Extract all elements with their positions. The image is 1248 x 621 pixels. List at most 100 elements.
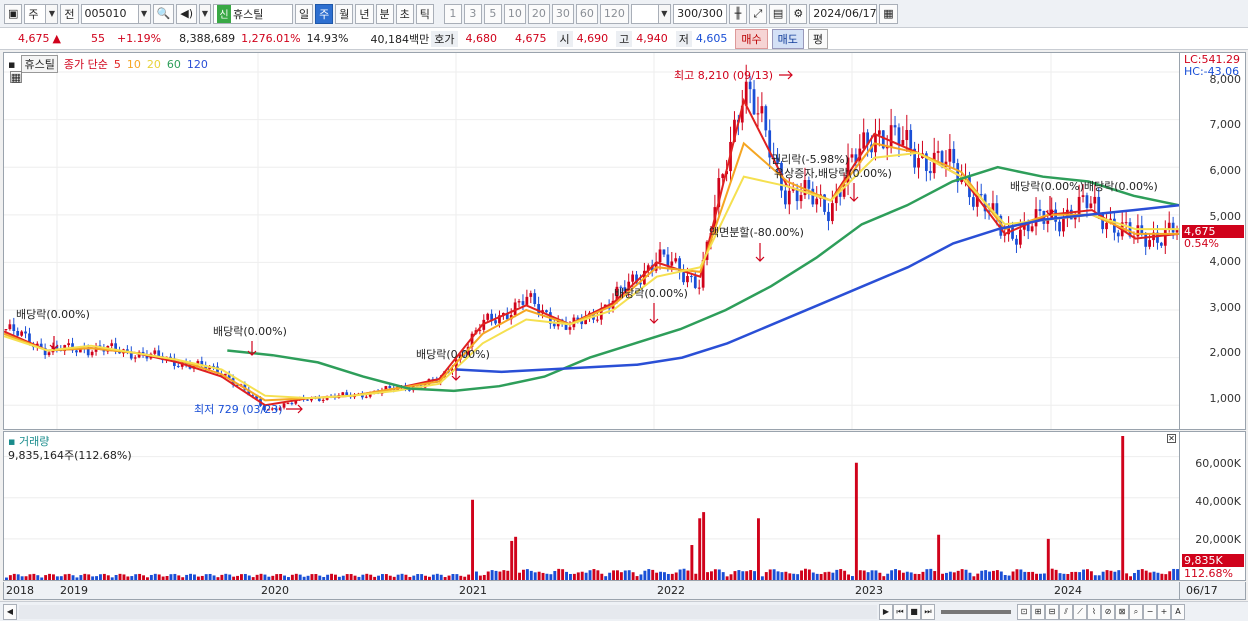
- volume-bar: [1039, 573, 1042, 580]
- legend-ma-10: 10: [126, 57, 141, 71]
- volume-bar: [1011, 571, 1015, 580]
- chevron-down-icon[interactable]: ▼: [658, 3, 671, 24]
- interval-60-button[interactable]: 60: [575, 3, 598, 24]
- volume-bar: [99, 574, 102, 580]
- interval-1-button[interactable]: 1: [443, 3, 462, 24]
- candle-body: [909, 130, 913, 149]
- tool-icon-1[interactable]: ⊡: [1017, 603, 1031, 620]
- chevron-down-icon[interactable]: ▼: [138, 3, 151, 24]
- custom-interval-input[interactable]: [630, 3, 659, 24]
- period-week-button[interactable]: 주: [315, 3, 334, 24]
- average-button[interactable]: 평: [807, 28, 828, 49]
- speaker-icon[interactable]: ◀): [176, 3, 197, 24]
- volume-bar: [287, 577, 290, 580]
- zoom-icon[interactable]: ⌕: [1129, 603, 1143, 620]
- y-tick-5000: 5,000: [1209, 210, 1242, 223]
- bar-count-field[interactable]: 300 /300: [672, 3, 727, 24]
- scroll-left-icon[interactable]: ◀: [3, 603, 17, 620]
- tool-icon-8[interactable]: ⊠: [1115, 603, 1129, 620]
- volume-bar: [549, 574, 553, 580]
- volume-bar: [185, 574, 189, 580]
- volume-bar: [968, 572, 972, 580]
- stock-name-field[interactable]: 신 휴스틸: [213, 3, 293, 24]
- volume-bar: [804, 568, 807, 580]
- volume-bar: [898, 570, 901, 580]
- volume-bar: [447, 575, 451, 580]
- interval-120-button[interactable]: 120: [599, 3, 629, 24]
- interval-5-button[interactable]: 5: [483, 3, 502, 24]
- low-annotation-arrow: [286, 404, 303, 414]
- tool-icon-2[interactable]: ⊞: [1031, 603, 1045, 620]
- table-icon[interactable]: ▦: [10, 71, 22, 84]
- pane-close-icon[interactable]: ▪: [8, 58, 15, 71]
- volume-bar: [533, 572, 537, 580]
- search-icon[interactable]: 🔍: [152, 3, 175, 24]
- candle-style-icon[interactable]: ╫: [728, 3, 747, 24]
- tool-icon-3[interactable]: ⊟: [1045, 603, 1059, 620]
- calendar-icon[interactable]: ▦: [879, 3, 898, 24]
- volume-bar: [1058, 573, 1062, 580]
- volume-bar: [948, 571, 952, 580]
- stop-icon[interactable]: ■: [907, 603, 921, 620]
- x-label-2019: 2019: [60, 584, 88, 597]
- close-icon[interactable]: ✕: [1167, 434, 1176, 443]
- auto-scale-icon[interactable]: A: [1171, 603, 1185, 620]
- interval-30-button[interactable]: 30: [551, 3, 574, 24]
- volume-bar: [522, 569, 525, 580]
- volume-bar: [1078, 572, 1082, 580]
- line-tool-icon[interactable]: ⤢: [748, 3, 767, 24]
- period-select[interactable]: 주: [24, 3, 47, 24]
- save-icon[interactable]: ▤: [768, 3, 788, 24]
- volume-bar: [298, 574, 302, 580]
- price-chart-pane[interactable]: 최고 8,210 (09/13) 최저 729 (03/23) 배당락(0.00%)…: [3, 52, 1180, 430]
- scroll-track[interactable]: [19, 604, 877, 619]
- interval-10-button[interactable]: 10: [503, 3, 526, 24]
- period-day-button[interactable]: 일: [295, 3, 314, 24]
- price-pane-name[interactable]: 휴스틸: [21, 55, 58, 73]
- rights-annotation: 권리락(-5.98%): [771, 153, 849, 166]
- zoom-in-icon[interactable]: +: [1157, 603, 1171, 620]
- gear-icon[interactable]: ⚙: [789, 3, 808, 24]
- volume-bar: [737, 570, 741, 580]
- tool-icon-6[interactable]: ⌇: [1087, 603, 1101, 620]
- chevron-down-icon[interactable]: ▼: [199, 3, 211, 24]
- scroll-right-icon[interactable]: ▶: [879, 603, 893, 620]
- volume-chart-pane[interactable]: ▪ 거래량 9,835,164주(112.68%) ✕: [3, 431, 1180, 581]
- compare-button[interactable]: 전: [60, 3, 79, 24]
- zoom-out-icon[interactable]: −: [1143, 603, 1157, 620]
- candle-body: [850, 154, 854, 158]
- period-year-button[interactable]: 년: [355, 3, 374, 24]
- period-tick-button[interactable]: 틱: [415, 3, 434, 24]
- chevron-down-icon[interactable]: ▼: [46, 3, 59, 24]
- buy-button[interactable]: 매수: [735, 28, 768, 49]
- candle-body: [486, 313, 490, 320]
- candle-body: [1058, 221, 1061, 232]
- volume-bar: [373, 576, 377, 580]
- y-tick-1000: 1,000: [1209, 392, 1242, 405]
- sell-button[interactable]: 매도: [771, 28, 804, 49]
- volume-bar: [334, 574, 337, 580]
- tool-icon-7[interactable]: ⊘: [1101, 603, 1115, 620]
- volume-bar: [988, 571, 991, 580]
- volume-bar: [631, 572, 635, 580]
- stock-code-input[interactable]: 005010: [80, 3, 139, 24]
- period-minute-button[interactable]: 분: [375, 3, 394, 24]
- tool-icon-4[interactable]: ⫽: [1059, 603, 1073, 620]
- zoom-slider[interactable]: [941, 609, 1011, 614]
- first-page-icon[interactable]: ⏮: [893, 603, 907, 620]
- candle-body: [787, 190, 791, 205]
- volume-bar: [251, 577, 255, 580]
- dividend-2020-annotation: 배당락(0.00%): [416, 348, 490, 361]
- interval-3-button[interactable]: 3: [463, 3, 482, 24]
- volume-bar: [439, 574, 443, 580]
- volume-bar: [306, 575, 310, 580]
- chart-type-icon[interactable]: ▣: [4, 3, 23, 24]
- last-page-icon[interactable]: ⏭: [921, 603, 935, 620]
- date-input[interactable]: 2024/06/17: [809, 3, 878, 24]
- tool-icon-5[interactable]: ⟋: [1073, 603, 1087, 620]
- period-month-button[interactable]: 월: [335, 3, 354, 24]
- volume-bar: [208, 573, 212, 580]
- interval-20-button[interactable]: 20: [527, 3, 550, 24]
- volume-bar: [91, 576, 95, 580]
- period-second-button[interactable]: 초: [395, 3, 414, 24]
